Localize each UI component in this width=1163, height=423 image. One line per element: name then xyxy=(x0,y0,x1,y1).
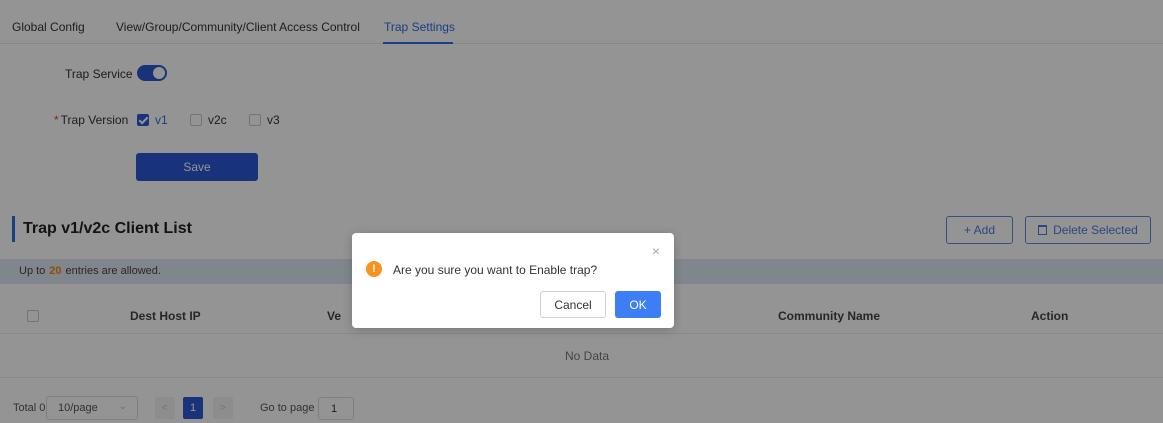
cancel-button[interactable]: Cancel xyxy=(540,291,606,318)
confirm-dialog: × ! Are you sure you want to Enable trap… xyxy=(352,233,674,328)
close-icon[interactable]: × xyxy=(652,243,660,259)
warning-icon: ! xyxy=(366,261,382,277)
dialog-message: Are you sure you want to Enable trap? xyxy=(393,263,598,277)
ok-button[interactable]: OK xyxy=(615,291,661,318)
modal-mask xyxy=(0,0,1163,423)
